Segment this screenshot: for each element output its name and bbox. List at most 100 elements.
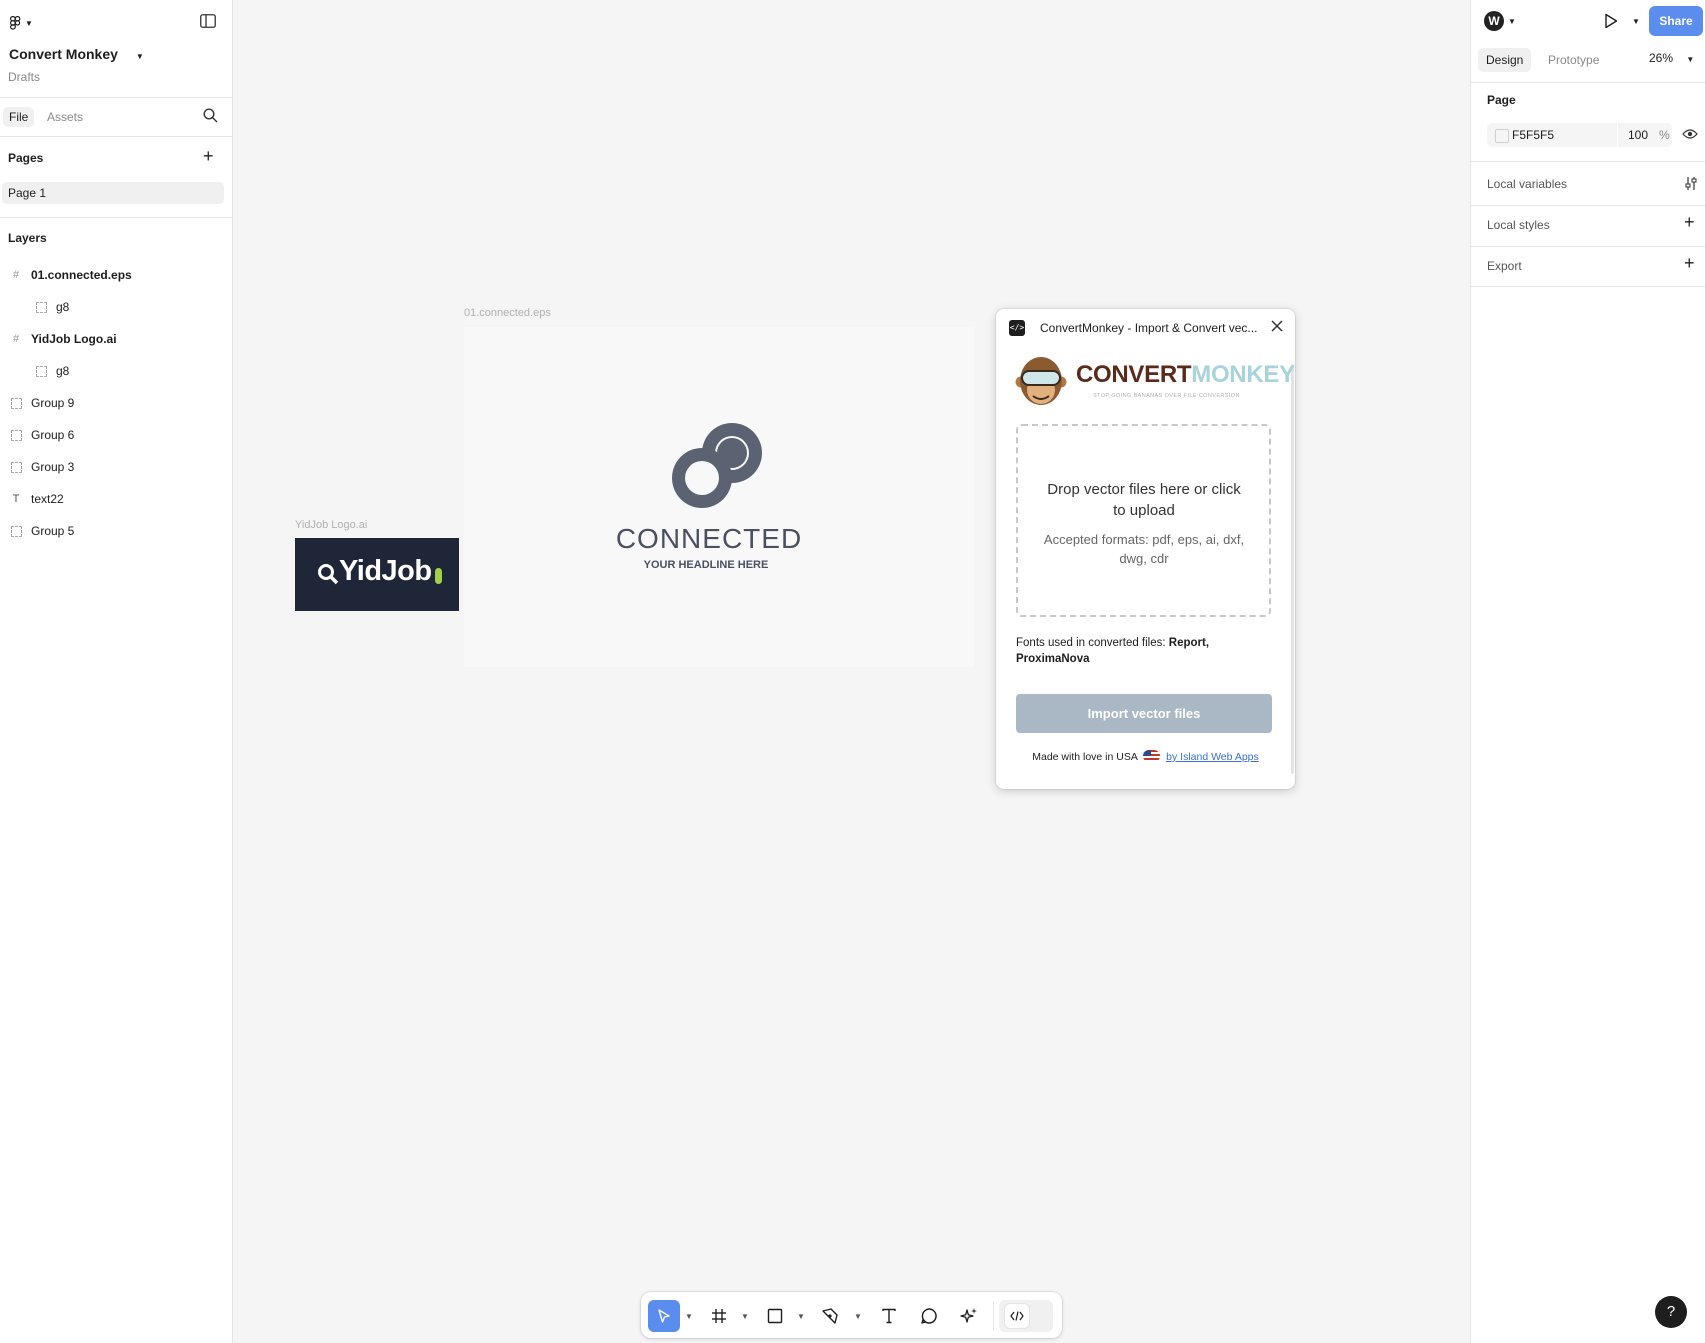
layer-item[interactable]: Group 6 <box>0 420 232 450</box>
tab-assets[interactable]: Assets <box>41 107 89 127</box>
frame-yidjob[interactable]: YidJob <box>295 538 459 611</box>
group-icon <box>34 300 48 314</box>
tab-prototype[interactable]: Prototype <box>1544 48 1603 72</box>
plugin-scrollbar[interactable] <box>1291 364 1294 774</box>
eye-visibility-icon[interactable] <box>1682 128 1698 143</box>
plugin-window: </> ConvertMonkey - Import & Convert vec… <box>996 309 1295 789</box>
layer-item[interactable]: Group 3 <box>0 452 232 482</box>
frame-connected[interactable]: CONNECTED YOUR HEADLINE HERE <box>464 327 974 667</box>
connected-title: CONNECTED <box>615 523 803 554</box>
color-swatch[interactable] <box>1495 129 1509 143</box>
add-page-button[interactable]: + <box>203 147 214 165</box>
help-button[interactable]: ? <box>1655 1296 1687 1328</box>
shape-tool-button[interactable] <box>759 1300 791 1332</box>
layer-item[interactable]: Ttext22 <box>0 484 232 514</box>
move-tool-button[interactable] <box>648 1300 680 1332</box>
page-item-page-1[interactable]: Page 1 <box>2 182 224 204</box>
pen-tool-button[interactable] <box>814 1300 846 1332</box>
layer-item[interactable]: Group 5 <box>0 516 232 546</box>
logo-word-monkey: MONKEY <box>1191 361 1295 388</box>
divider <box>1471 82 1705 83</box>
project-location[interactable]: Drafts <box>8 70 40 84</box>
yidjob-leaf-icon <box>435 568 442 584</box>
monkey-logo-icon <box>1015 357 1067 405</box>
toggle-sidebar-icon[interactable] <box>200 14 216 31</box>
layer-item[interactable]: #01.connected.eps <box>0 260 232 290</box>
chevron-down-icon: ▼ <box>1686 55 1695 64</box>
group-icon <box>9 428 23 442</box>
text-tool-button[interactable] <box>873 1300 905 1332</box>
close-icon[interactable] <box>1270 319 1284 336</box>
text-icon <box>882 1308 896 1324</box>
section-export[interactable]: Export <box>1487 259 1522 273</box>
layer-item-label: Group 9 <box>31 396 75 410</box>
file-dropzone[interactable]: Drop vector files here or click to uploa… <box>1016 424 1271 617</box>
page-color-field[interactable]: F5F5F5 100 % <box>1487 123 1672 147</box>
user-avatar[interactable]: W ▼ <box>1484 11 1516 31</box>
chevron-down-icon[interactable]: ▼ <box>685 1312 693 1321</box>
island-web-apps-link[interactable]: by Island Web Apps <box>1166 751 1259 763</box>
present-play-icon[interactable] <box>1604 13 1618 32</box>
frame-icon: # <box>12 269 20 281</box>
divider <box>0 136 232 137</box>
page-opacity-value[interactable]: 100 <box>1628 128 1648 142</box>
pages-header: Pages <box>8 151 44 165</box>
layer-item[interactable]: Group 9 <box>0 388 232 418</box>
bottom-toolbar: ▼ ▼ ▼ ▼ <box>641 1292 1062 1338</box>
variables-adjust-icon[interactable] <box>1684 176 1698 194</box>
chevron-down-icon[interactable]: ▼ <box>1632 17 1640 26</box>
plugin-title: ConvertMonkey - Import & Convert vec... <box>1040 321 1258 335</box>
layer-item[interactable]: g8 <box>0 292 232 322</box>
layer-item-label: 01.connected.eps <box>31 268 132 282</box>
main-menu-button[interactable]: ▼ <box>10 14 36 32</box>
page-color-value[interactable]: F5F5F5 <box>1512 128 1554 142</box>
chevron-down-icon: ▼ <box>135 52 144 61</box>
chevron-down-icon[interactable]: ▼ <box>797 1312 805 1321</box>
zoom-value: 26% <box>1649 51 1674 65</box>
actions-ai-tool-button[interactable] <box>953 1300 985 1332</box>
page-section-header: Page <box>1487 93 1516 107</box>
layer-item[interactable]: g8 <box>0 356 232 386</box>
divider <box>0 97 232 98</box>
fonts-info: Fonts used in converted files: Report, P… <box>1016 635 1266 667</box>
project-title[interactable]: Convert Monkey ▼ <box>9 46 144 62</box>
left-sidebar: ▼ Convert Monkey ▼ Drafts File Assets Pa… <box>0 0 233 1343</box>
chevron-down-icon: ▼ <box>25 18 33 28</box>
sparkle-icon <box>960 1308 977 1323</box>
toolbar-divider <box>993 1302 994 1330</box>
add-style-button[interactable]: + <box>1684 213 1695 231</box>
code-icon <box>1005 1304 1029 1328</box>
chevron-down-icon[interactable]: ▼ <box>854 1312 862 1321</box>
section-local-variables[interactable]: Local variables <box>1487 177 1567 191</box>
frame-icon <box>712 1309 726 1323</box>
chevron-down-icon[interactable]: ▼ <box>741 1312 749 1321</box>
frame-tool-button[interactable] <box>703 1300 735 1332</box>
layer-item-label: text22 <box>31 492 64 506</box>
divider <box>1471 161 1705 162</box>
connected-logo-icon <box>672 423 762 508</box>
text-layer-icon: T <box>12 493 20 505</box>
import-vector-files-button[interactable]: Import vector files <box>1016 694 1272 733</box>
project-title-text: Convert Monkey <box>9 46 118 62</box>
dev-mode-toggle[interactable] <box>999 1300 1053 1332</box>
convertmonkey-logo-text: CONVERTMONKEY <box>1076 361 1295 389</box>
group-icon <box>9 460 23 474</box>
layer-item[interactable]: # YidJob Logo.ai <box>0 324 232 354</box>
frame-label-yidjob[interactable]: YidJob Logo.ai <box>295 519 367 531</box>
add-export-button[interactable]: + <box>1684 254 1695 272</box>
layer-item-label: g8 <box>56 300 70 314</box>
plugin-footer: Made with love in USA by Island Web Apps <box>996 750 1295 763</box>
divider <box>1471 246 1705 247</box>
section-local-styles[interactable]: Local styles <box>1487 218 1550 232</box>
comment-tool-button[interactable] <box>913 1300 945 1332</box>
tab-file[interactable]: File <box>3 107 35 127</box>
divider <box>1471 205 1705 206</box>
share-button[interactable]: Share <box>1649 6 1703 36</box>
opacity-unit: % <box>1659 128 1670 142</box>
frame-label-connected[interactable]: 01.connected.eps <box>464 307 551 319</box>
layer-item-label: g8 <box>56 364 70 378</box>
tab-design[interactable]: Design <box>1478 48 1532 72</box>
zoom-level[interactable]: 26% ▼ <box>1649 51 1694 65</box>
search-icon[interactable] <box>203 108 218 126</box>
logo-tagline: STOP GOING BANANAS OVER FILE CONVERSION <box>1093 393 1240 399</box>
